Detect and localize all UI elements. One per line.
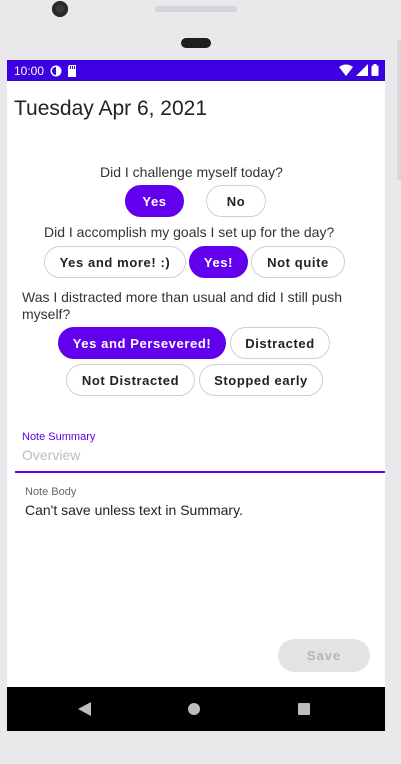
challenge-no-button[interactable]: No — [206, 185, 266, 217]
question-goals: Did I accomplish my goals I set up for t… — [44, 224, 335, 240]
note-body-input[interactable]: Can't save unless text in Summary. — [25, 502, 243, 518]
proximity-sensor — [181, 38, 211, 48]
goals-yes-button[interactable]: Yes! — [189, 246, 248, 278]
note-body-label: Note Body — [25, 486, 77, 498]
home-icon[interactable] — [188, 703, 200, 715]
note-summary-input[interactable]: Overview — [22, 447, 80, 463]
wifi-icon — [339, 64, 353, 79]
device-top-bezel — [0, 0, 401, 60]
notification-icon — [50, 65, 62, 77]
question-distracted-line1: Was I distracted more than usual and did… — [22, 289, 343, 305]
status-bar: 10:00 — [7, 60, 385, 81]
distracted-button[interactable]: Distracted — [230, 327, 330, 359]
note-summary-label: Note Summary — [22, 431, 96, 443]
goals-not-quite-button[interactable]: Not quite — [251, 246, 345, 278]
save-button[interactable]: Save — [278, 639, 370, 672]
back-icon[interactable] — [78, 702, 91, 721]
status-time: 10:00 — [14, 63, 45, 78]
question-challenge: Did I challenge myself today? — [100, 164, 283, 180]
not-distracted-button[interactable]: Not Distracted — [66, 364, 195, 396]
device-frame: 10:00 Tuesday Apr 6, 2021 Did I challeng… — [0, 0, 401, 764]
side-power-button — [397, 40, 401, 180]
status-icons — [339, 64, 379, 79]
earpiece-speaker — [155, 6, 237, 12]
recent-apps-icon[interactable] — [298, 703, 310, 715]
cell-signal-icon — [356, 64, 368, 79]
question-distracted-line2: myself? — [22, 306, 71, 322]
front-camera — [52, 1, 68, 17]
challenge-yes-button[interactable]: Yes — [125, 185, 184, 217]
app-screen: 10:00 Tuesday Apr 6, 2021 Did I challeng… — [7, 60, 385, 731]
battery-icon — [371, 64, 379, 79]
page-title-date: Tuesday Apr 6, 2021 — [14, 97, 208, 120]
sd-card-icon — [67, 64, 79, 77]
navigation-bar — [7, 687, 385, 731]
note-summary-underline — [15, 471, 385, 473]
distracted-yes-persevered-button[interactable]: Yes and Persevered! — [58, 327, 226, 359]
stopped-early-button[interactable]: Stopped early — [199, 364, 323, 396]
goals-yes-and-more-button[interactable]: Yes and more! :) — [44, 246, 186, 278]
